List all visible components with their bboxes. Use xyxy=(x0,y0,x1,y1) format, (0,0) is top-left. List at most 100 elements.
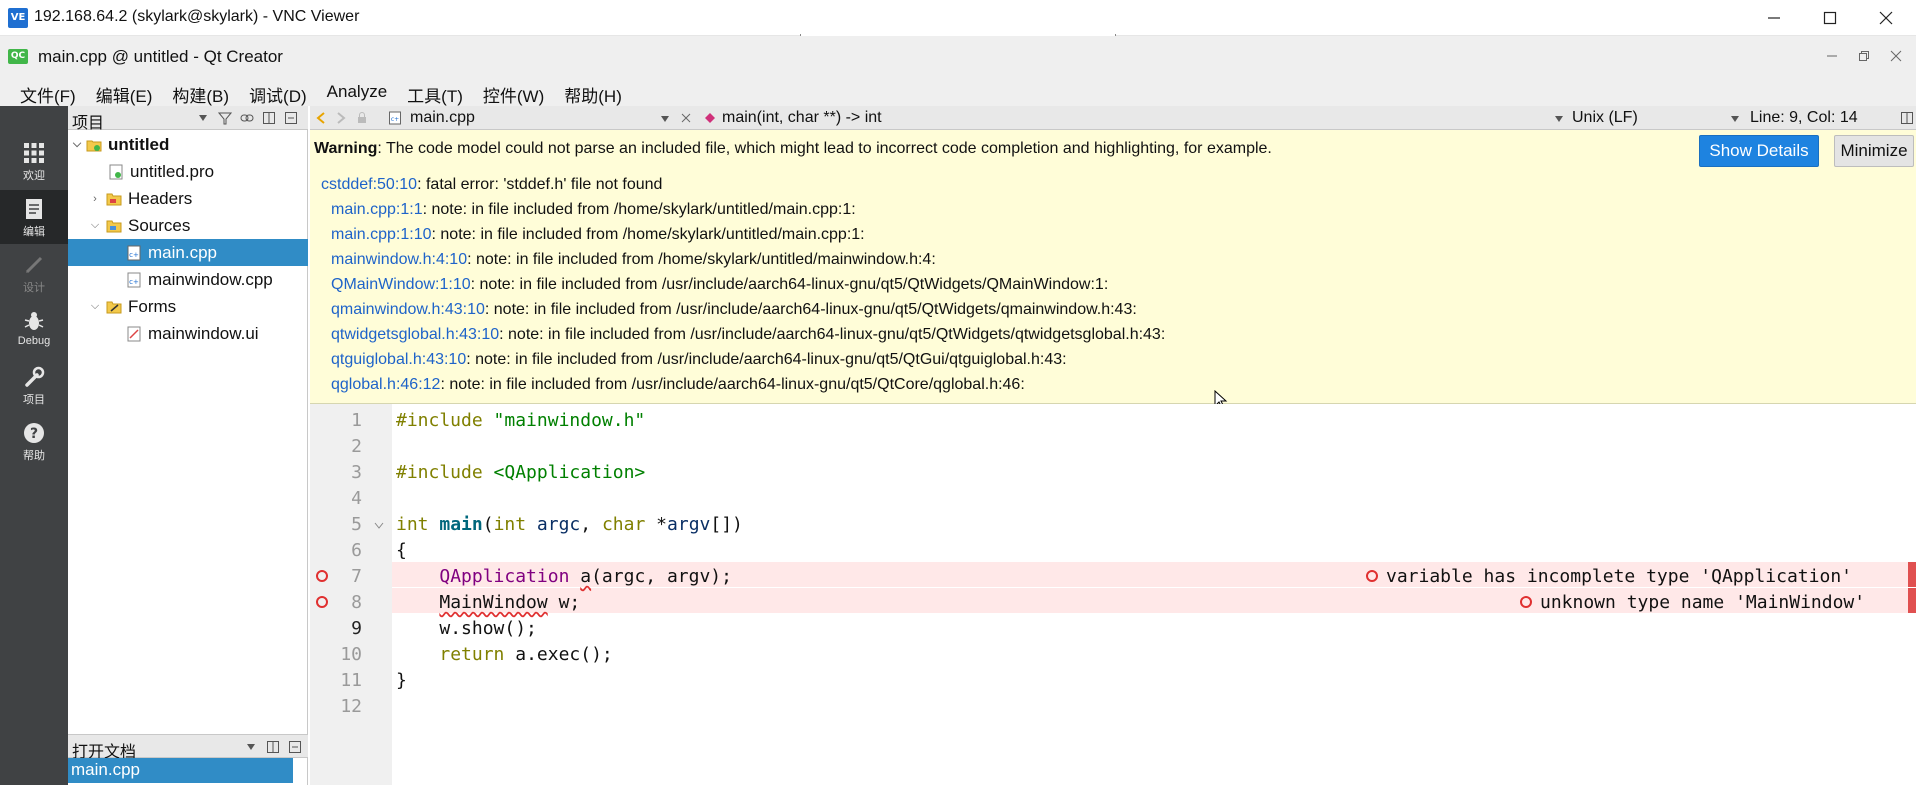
diagnostic-line: cstddef:50:10: fatal error: 'stddef.h' f… xyxy=(321,176,662,194)
chevron-right-icon[interactable]: › xyxy=(88,193,102,205)
tree-item-label: main.cpp xyxy=(148,242,217,262)
restore-icon xyxy=(1859,51,1869,61)
diagnostic-line: main.cpp:1:1: note: in file included fro… xyxy=(331,201,856,219)
project-folder-icon xyxy=(86,137,102,153)
diagnostic-link[interactable]: qtguiglobal.h:43:10 xyxy=(331,351,466,368)
diagnostic-link[interactable]: qtwidgetsglobal.h:43:10 xyxy=(331,326,499,343)
mode-label: 编辑 xyxy=(23,226,45,238)
menu-build[interactable]: 构建(B) xyxy=(162,76,239,106)
show-details-button[interactable]: Show Details xyxy=(1699,135,1819,167)
qt-minimize-button[interactable] xyxy=(1816,44,1848,68)
inline-error-message: variable has incomplete type 'QApplicati… xyxy=(1386,566,1852,587)
tree-item-mainwindow-ui[interactable]: mainwindow.ui xyxy=(68,320,308,347)
chevron-down-icon[interactable] xyxy=(246,743,256,751)
link-icon[interactable] xyxy=(240,111,254,125)
menu-debug[interactable]: 调试(D) xyxy=(239,76,317,106)
diagnostic-link[interactable]: cstddef:50:10 xyxy=(321,176,417,193)
diagnostic-link[interactable]: qglobal.h:46:12 xyxy=(331,376,440,393)
mode-label: Debug xyxy=(17,335,51,347)
chevron-down-icon[interactable] xyxy=(1554,115,1564,123)
mode-help[interactable]: ? 帮助 xyxy=(0,414,68,468)
code-line-5: int main(int argc, char *argv[]) xyxy=(396,514,743,535)
line-number: 2 xyxy=(351,436,362,457)
keyword: return xyxy=(439,644,505,665)
chevron-down-icon[interactable] xyxy=(1730,115,1740,123)
chevron-down-icon[interactable]: ⌵ xyxy=(88,300,102,313)
open-document-item[interactable]: main.cpp xyxy=(68,758,293,783)
vnc-minimize-button[interactable] xyxy=(1746,0,1802,36)
chevron-down-icon[interactable]: ⌵ xyxy=(88,219,102,232)
mode-projects[interactable]: 项目 xyxy=(0,358,68,412)
tree-item-forms[interactable]: ⌵ Forms xyxy=(68,293,308,320)
code-line-6: { xyxy=(396,540,407,561)
diagnostic-link[interactable]: main.cpp:1:1 xyxy=(331,201,423,218)
type-with-error: MainWindow xyxy=(439,592,548,613)
vnc-close-button[interactable] xyxy=(1858,0,1914,36)
tree-item-label: Forms xyxy=(128,296,177,316)
keyword: int xyxy=(493,514,527,535)
tree-item-mainwindow-cpp[interactable]: c+ mainwindow.cpp xyxy=(68,266,308,293)
tree-item-sources[interactable]: ⌵ Sources xyxy=(68,212,308,239)
line-number: 7 xyxy=(351,566,362,587)
current-symbol[interactable]: main(int, char **) -> int xyxy=(722,109,882,127)
mode-welcome[interactable]: 欢迎 xyxy=(0,134,68,188)
help-icon: ? xyxy=(24,423,44,443)
line-number: 11 xyxy=(340,670,362,691)
tree-item-headers[interactable]: › Headers xyxy=(68,185,308,212)
menu-file[interactable]: 文件(F) xyxy=(10,76,86,106)
filter-icon[interactable] xyxy=(218,111,232,125)
mode-edit[interactable]: 编辑 xyxy=(0,190,68,244)
chevron-down-icon[interactable]: ⌵ xyxy=(70,138,84,151)
qt-close-button[interactable] xyxy=(1880,44,1912,68)
minimize-button[interactable]: Minimize xyxy=(1834,135,1914,167)
close-document-icon[interactable] xyxy=(680,112,692,124)
project-panel: 项目 ⌵ untitled untitled.pro › Headers ⌵ S… xyxy=(68,106,308,785)
chevron-down-icon[interactable] xyxy=(660,115,670,123)
parameter: argv xyxy=(667,514,711,535)
tree-item-untitled-pro[interactable]: untitled.pro xyxy=(68,158,308,185)
menu-edit[interactable]: 编辑(E) xyxy=(86,76,163,106)
svg-text:c+: c+ xyxy=(129,278,139,286)
forward-icon[interactable] xyxy=(336,112,346,124)
close-pane-icon[interactable] xyxy=(284,111,298,125)
wrench-icon xyxy=(25,366,45,387)
line-number: 5 xyxy=(351,514,362,535)
diagnostic-link[interactable]: main.cpp:1:10 xyxy=(331,226,432,243)
code-editor[interactable]: #include "mainwindow.h" #include <QAppli… xyxy=(392,404,1916,785)
mode-bar: 欢迎 编辑 设计 Debug 项目 ? 帮助 xyxy=(0,106,68,785)
close-pane-icon[interactable] xyxy=(288,740,302,754)
split-icon[interactable] xyxy=(266,740,280,754)
tree-item-main-cpp[interactable]: c+ main.cpp xyxy=(68,239,308,266)
line-ending-selector[interactable]: Unix (LF) xyxy=(1572,109,1638,127)
qt-window-title: main.cpp @ untitled - Qt Creator xyxy=(38,47,283,66)
split-icon[interactable] xyxy=(262,111,276,125)
mode-debug[interactable]: Debug xyxy=(0,302,68,356)
menu-tools[interactable]: 工具(T) xyxy=(397,76,473,106)
mode-design[interactable]: 设计 xyxy=(0,246,68,300)
tree-item-label: Sources xyxy=(128,215,191,235)
warning-text: : The code model could not parse an incl… xyxy=(377,140,1272,157)
tree-item-project-untitled[interactable]: ⌵ untitled xyxy=(68,131,308,158)
qt-restore-button[interactable] xyxy=(1848,44,1880,68)
fold-chevron-icon[interactable] xyxy=(374,522,384,530)
chevron-down-icon[interactable] xyxy=(198,114,208,122)
cursor-position[interactable]: Line: 9, Col: 14 xyxy=(1750,109,1858,127)
project-panel-header: 项目 xyxy=(68,106,308,132)
menu-controls[interactable]: 控件(W) xyxy=(473,76,554,106)
qt-title-bar: QC main.cpp @ untitled - Qt Creator xyxy=(0,36,1916,76)
cpp-file-icon: c+ xyxy=(126,272,142,288)
split-icon[interactable] xyxy=(1900,111,1914,125)
vnc-maximize-button[interactable] xyxy=(1802,0,1858,36)
current-file-name[interactable]: main.cpp xyxy=(410,109,475,127)
menu-help[interactable]: 帮助(H) xyxy=(554,76,632,106)
pro-file-icon xyxy=(108,164,124,180)
cpp-file-icon: c+ xyxy=(126,245,142,261)
diagnostic-text: : note: in file included from /usr/inclu… xyxy=(484,301,1137,318)
back-icon[interactable] xyxy=(316,112,326,124)
code-line-8: MainWindow w; xyxy=(396,592,580,613)
menu-analyze[interactable]: Analyze xyxy=(317,76,397,106)
diagnostic-link[interactable]: mainwindow.h:4:10 xyxy=(331,251,467,268)
diagnostic-link[interactable]: QMainWindow:1:10 xyxy=(331,276,471,293)
lock-icon xyxy=(358,112,366,123)
diagnostic-link[interactable]: qmainwindow.h:43:10 xyxy=(331,301,485,318)
